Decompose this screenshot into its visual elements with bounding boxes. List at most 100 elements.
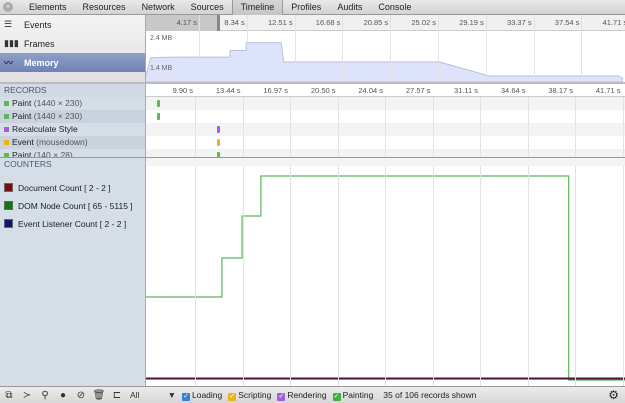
tab-console[interactable]: Console xyxy=(370,0,419,15)
ruler-tick-label: 25.02 s xyxy=(411,18,436,27)
memory-icon: 〰 xyxy=(4,58,14,68)
chevron-down-icon: ▼ xyxy=(167,390,176,400)
memory-graph xyxy=(146,42,623,82)
tab-profiles[interactable]: Profiles xyxy=(283,0,329,15)
counters-ruler xyxy=(146,158,625,166)
gridline xyxy=(480,166,481,386)
ruler-tick-label: 29.19 s xyxy=(459,18,484,27)
close-icon[interactable]: × xyxy=(3,2,13,12)
overview-frames[interactable]: ▮▮▮ Frames xyxy=(0,34,145,53)
dock-icon[interactable]: ⧉ xyxy=(0,390,18,401)
checkbox-icon[interactable]: ✓ xyxy=(332,392,341,401)
gridline xyxy=(432,97,434,157)
checkbox-icon[interactable]: ✓ xyxy=(182,392,190,401)
ruler-tick-label: 9.90 s xyxy=(172,86,193,95)
filter-rendering[interactable]: ✓ Rendering xyxy=(271,389,327,401)
gridline xyxy=(385,97,386,157)
ruler-tick-label: 8.34 s xyxy=(224,18,245,27)
category-swatch xyxy=(4,140,9,146)
gridline xyxy=(337,97,339,157)
gridline xyxy=(527,166,529,386)
tab-elements[interactable]: Elements xyxy=(21,0,75,15)
gridline xyxy=(575,166,576,386)
ruler-tick-label: 37.54 s xyxy=(554,18,580,27)
records-shown: 35 of 106 records shown xyxy=(383,390,477,400)
tab-sources[interactable]: Sources xyxy=(183,0,232,15)
record-bar[interactable] xyxy=(156,113,160,120)
counter-swatch xyxy=(4,183,13,192)
gridline xyxy=(246,15,248,82)
ruler-tick-label: 41.71 s xyxy=(602,18,625,27)
counter-label: DOM Node Count [ 65 - 5115 ] xyxy=(18,201,133,211)
record-detail: (1440 × 230) xyxy=(33,111,83,121)
record-row[interactable]: Paint (1440 × 230) xyxy=(0,97,145,110)
filter-painting[interactable]: ✓ Painting xyxy=(327,390,373,401)
ruler-tick-label: 24.04 s xyxy=(358,86,383,95)
console-icon[interactable]: ≻ xyxy=(18,390,36,401)
mem-min-label: 1.4 MB xyxy=(150,65,173,72)
ruler-tick-label: 41.71 s xyxy=(595,86,621,95)
record-row[interactable]: Paint (1440 × 230) xyxy=(0,110,145,123)
counter-swatch xyxy=(4,219,13,228)
record-detail: (1440 × 230) xyxy=(33,98,83,108)
overview-memory[interactable]: 〰 Memory xyxy=(0,53,145,72)
mem-max-label: 2.4 MB xyxy=(150,35,173,42)
record-bar[interactable] xyxy=(217,126,221,133)
gridline xyxy=(533,15,535,82)
record-detail: (mousedown) xyxy=(36,137,88,147)
trash-icon[interactable]: 🗑 xyxy=(90,390,108,401)
records-sidebar: RECORDS Paint (1440 × 230) Paint (1440 × … xyxy=(0,84,146,157)
filter-loading[interactable]: ✓ Loading xyxy=(176,390,222,401)
counter-item[interactable]: DOM Node Count [ 65 - 5115 ] xyxy=(0,197,145,215)
ruler-tick-label: 20.85 s xyxy=(363,18,389,27)
gridline xyxy=(438,15,439,82)
checkbox-icon[interactable]: ✓ xyxy=(277,392,286,401)
clear-icon[interactable]: ⊘ xyxy=(72,390,90,401)
record-bar[interactable] xyxy=(217,139,221,146)
ruler-tick-label: 27.57 s xyxy=(405,86,431,95)
tab-network[interactable]: Network xyxy=(134,0,183,15)
records-timeline[interactable]: 9.90 s 13.44 s 16.97 s 20.50 s 24.04 s 27.57 … xyxy=(146,84,625,157)
record-name: Recalculate Style xyxy=(12,124,78,134)
record-row[interactable]: Recalculate Style xyxy=(0,123,145,136)
record-detail: (140 × 28) xyxy=(33,150,73,157)
filter-scripting[interactable]: ✓ Scripting xyxy=(222,390,271,401)
search-icon[interactable]: ⚲ xyxy=(36,390,54,401)
gridline xyxy=(622,166,624,386)
tab-resources[interactable]: Resources xyxy=(75,0,134,15)
record-name: Paint xyxy=(12,150,32,157)
gear-icon[interactable]: ⚙ xyxy=(608,388,619,402)
gridline xyxy=(242,97,244,157)
filter-select[interactable]: All ▼ xyxy=(130,390,176,400)
overview-ruler: 4.17 s 8.34 s 12.51 s 16.68 s 20.85 s 25.02 s… xyxy=(146,15,625,31)
filter-label: Rendering xyxy=(287,389,327,400)
record-name: Event xyxy=(12,137,34,147)
counter-label: Document Count [ 2 - 2 ] xyxy=(18,183,111,193)
category-swatch xyxy=(4,114,9,120)
checkbox-icon[interactable]: ✓ xyxy=(228,392,237,401)
gridline xyxy=(195,97,196,157)
ruler-tick-label: 4.17 s xyxy=(176,18,197,27)
overview-events[interactable]: ☰ Events xyxy=(0,15,145,34)
counter-swatch xyxy=(4,201,13,210)
overview-graph[interactable]: 4.17 s 8.34 s 12.51 s 16.68 s 20.85 s 25.02 s… xyxy=(146,15,625,82)
counter-item[interactable]: Event Listener Count [ 2 - 2 ] xyxy=(0,215,145,233)
gridline xyxy=(390,15,392,82)
ruler-tick-label: 33.37 s xyxy=(506,18,532,27)
record-bar[interactable] xyxy=(156,100,160,107)
ruler-tick-label: 16.68 s xyxy=(315,18,341,27)
counter-item[interactable]: Document Count [ 2 - 2 ] xyxy=(0,179,145,197)
record-row[interactable]: Event (mousedown) xyxy=(0,136,145,149)
gridline xyxy=(527,97,529,157)
events-icon: ☰ xyxy=(4,19,13,29)
gridline xyxy=(290,166,291,386)
tab-timeline[interactable]: Timeline xyxy=(231,0,284,15)
panel-tabs: × Elements Resources Network Sources Timelin… xyxy=(0,0,625,15)
record-icon[interactable]: ● xyxy=(54,390,72,401)
ruler-tick-label: 12.51 s xyxy=(267,18,293,27)
records-ruler: 9.90 s 13.44 s 16.97 s 20.50 s 24.04 s 27.57 … xyxy=(146,84,625,97)
record-row[interactable]: Paint (140 × 28) xyxy=(0,149,145,157)
glue-records-icon[interactable]: ⊏ xyxy=(108,390,126,401)
gridline xyxy=(622,97,624,157)
tab-audits[interactable]: Audits xyxy=(329,0,370,15)
